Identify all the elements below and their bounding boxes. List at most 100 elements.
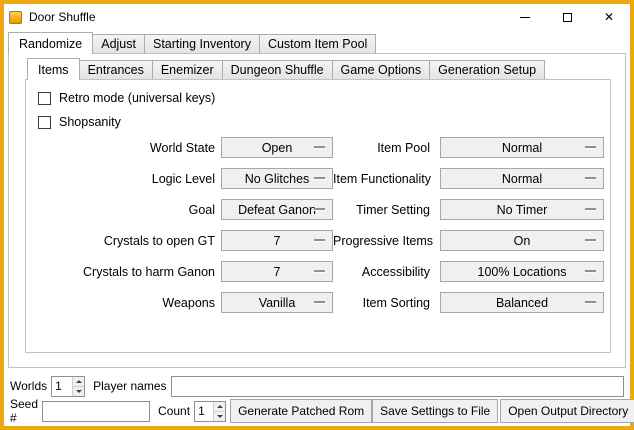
timer-setting-value: No Timer [497, 203, 548, 217]
shopsanity-row: Shopsanity [38, 110, 610, 134]
tab-generation-setup[interactable]: Generation Setup [429, 60, 545, 79]
item-pool-dropdown[interactable]: Normal [440, 137, 604, 158]
option-row: World State Open Item Pool Normal [26, 137, 610, 158]
client-area: Randomize Adjust Starting Inventory Cust… [4, 30, 630, 426]
option-row: Logic Level No Glitches Item Functionali… [26, 168, 610, 189]
world-state-value: Open [262, 141, 293, 155]
shopsanity-label: Shopsanity [59, 115, 121, 129]
items-settings: Retro mode (universal keys) Shopsanity W… [26, 80, 610, 352]
progressive-items-dropdown[interactable]: On [440, 230, 604, 251]
weapons-label: Weapons [26, 296, 221, 310]
progressive-items-label: Progressive Items [333, 234, 440, 248]
world-state-dropdown[interactable]: Open [221, 137, 333, 158]
logic-level-value: No Glitches [245, 172, 310, 186]
spin-down-icon [217, 415, 223, 418]
seed-input[interactable] [42, 401, 150, 422]
count-spin-up-button[interactable] [214, 402, 225, 412]
worlds-label: Worlds [10, 379, 47, 393]
item-sorting-dropdown[interactable]: Balanced [440, 292, 604, 313]
tab-adjust[interactable]: Adjust [92, 34, 145, 53]
progressive-items-value: On [514, 234, 531, 248]
tab-randomize[interactable]: Randomize [8, 32, 93, 54]
dropdown-indicator-icon [585, 270, 596, 272]
worlds-spin-down-button[interactable] [73, 387, 84, 396]
retro-mode-row: Retro mode (universal keys) [38, 86, 610, 110]
tab-items[interactable]: Items [27, 58, 80, 80]
world-state-label: World State [26, 141, 221, 155]
options-grid: World State Open Item Pool Normal [26, 137, 610, 313]
accessibility-label: Accessibility [333, 265, 440, 279]
goal-value: Defeat Ganon [238, 203, 316, 217]
seed-row: Seed # Count Generate Patched Rom Save S… [10, 399, 624, 423]
weapons-value: Vanilla [259, 296, 296, 310]
item-functionality-dropdown[interactable]: Normal [440, 168, 604, 189]
option-row: Weapons Vanilla Item Sorting Balanced [26, 292, 610, 313]
worlds-spin-up-button[interactable] [73, 377, 84, 387]
crystals-gt-dropdown[interactable]: 7 [221, 230, 333, 251]
dropdown-indicator-icon [314, 177, 325, 179]
count-label: Count [158, 404, 190, 418]
spin-up-icon [217, 405, 223, 408]
dropdown-indicator-icon [314, 270, 325, 272]
app-icon [9, 11, 22, 24]
crystals-gt-label: Crystals to open GT [26, 234, 221, 248]
close-icon: ✕ [604, 11, 614, 23]
count-spin-down-button[interactable] [214, 412, 225, 421]
generate-patched-rom-button[interactable]: Generate Patched Rom [230, 399, 372, 423]
tab-game-options[interactable]: Game Options [332, 60, 431, 79]
minimize-icon [520, 17, 530, 18]
crystals-ganon-dropdown[interactable]: 7 [221, 261, 333, 282]
dropdown-indicator-icon [314, 239, 325, 241]
tab-custom-item-pool[interactable]: Custom Item Pool [259, 34, 376, 53]
timer-setting-dropdown[interactable]: No Timer [440, 199, 604, 220]
tab-entrances[interactable]: Entrances [79, 60, 153, 79]
option-row: Crystals to harm Ganon 7 Accessibility 1… [26, 261, 610, 282]
goal-label: Goal [26, 203, 221, 217]
accessibility-dropdown[interactable]: 100% Locations [440, 261, 604, 282]
retro-mode-checkbox[interactable] [38, 92, 51, 105]
player-names-input[interactable] [171, 376, 625, 397]
item-functionality-label: Item Functionality [333, 172, 440, 186]
crystals-gt-value: 7 [274, 234, 281, 248]
dropdown-indicator-icon [585, 208, 596, 210]
weapons-dropdown[interactable]: Vanilla [221, 292, 333, 313]
worlds-spin-buttons [72, 377, 84, 396]
maximize-button[interactable] [546, 4, 588, 30]
option-row: Crystals to open GT 7 Progressive Items … [26, 230, 610, 251]
retro-mode-label: Retro mode (universal keys) [59, 91, 215, 105]
crystals-ganon-label: Crystals to harm Ganon [26, 265, 221, 279]
dropdown-indicator-icon [314, 301, 325, 303]
crystals-ganon-value: 7 [274, 265, 281, 279]
count-spinbox-input[interactable] [195, 402, 213, 421]
worlds-spinbox-input[interactable] [52, 377, 72, 396]
timer-setting-label: Timer Setting [333, 203, 440, 217]
close-button[interactable]: ✕ [588, 4, 630, 30]
open-output-directory-button[interactable]: Open Output Directory [500, 399, 634, 423]
dropdown-indicator-icon [585, 239, 596, 241]
titlebar: Door Shuffle ✕ [4, 4, 630, 30]
tab-dungeon-shuffle[interactable]: Dungeon Shuffle [222, 60, 333, 79]
save-settings-button[interactable]: Save Settings to File [372, 399, 498, 423]
count-spinbox [194, 401, 226, 422]
player-names-label: Player names [93, 379, 166, 393]
inner-tab-bar: Items Entrances Enemizer Dungeon Shuffle… [27, 58, 545, 79]
worlds-spinbox [51, 376, 85, 397]
dropdown-indicator-icon [314, 146, 325, 148]
option-row: Goal Defeat Ganon Timer Setting No Timer [26, 199, 610, 220]
goal-dropdown[interactable]: Defeat Ganon [221, 199, 333, 220]
item-pool-label: Item Pool [333, 141, 440, 155]
item-functionality-value: Normal [502, 172, 542, 186]
dropdown-indicator-icon [585, 146, 596, 148]
top-tab-bar: Randomize Adjust Starting Inventory Cust… [8, 33, 376, 53]
seed-label: Seed # [10, 397, 38, 425]
tab-enemizer[interactable]: Enemizer [152, 60, 223, 79]
shopsanity-checkbox[interactable] [38, 116, 51, 129]
tab-starting-inventory[interactable]: Starting Inventory [144, 34, 260, 53]
logic-level-dropdown[interactable]: No Glitches [221, 168, 333, 189]
spin-down-icon [76, 390, 82, 393]
maximize-icon [563, 13, 572, 22]
count-spin-buttons [213, 402, 225, 421]
minimize-button[interactable] [504, 4, 546, 30]
dropdown-indicator-icon [585, 177, 596, 179]
dropdown-indicator-icon [314, 208, 325, 210]
